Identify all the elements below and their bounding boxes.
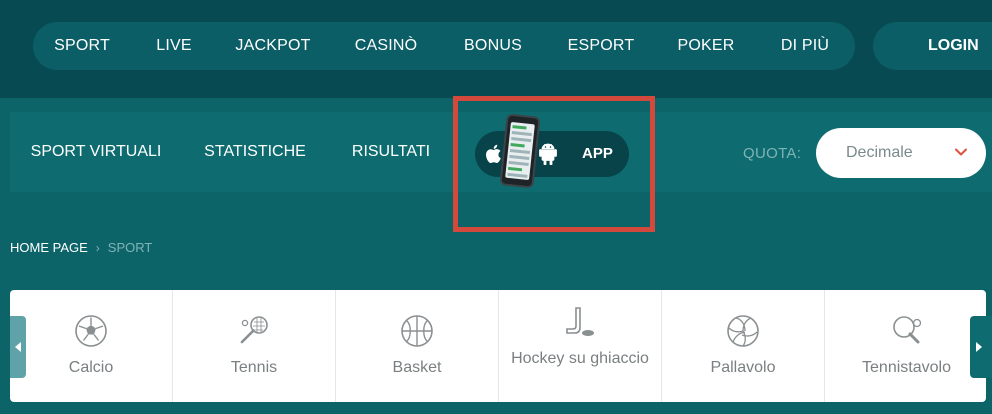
odds-format-select[interactable]: Decimale [816,128,986,178]
sport-item-calcio[interactable]: Calcio [10,290,173,402]
sub-item-statistics[interactable]: STATISTICHE [204,112,306,192]
nav-item-more[interactable]: DI PIÙ [781,22,829,70]
main-nav: SPORT LIVE JACKPOT CASINÒ BONUS ESPORT P… [33,22,855,70]
nav-item-casino[interactable]: CASINÒ [355,22,418,70]
breadcrumb-home[interactable]: HOME PAGE [10,240,88,255]
app-download-button[interactable]: APP [475,131,629,177]
sport-label: Pallavolo [710,359,776,376]
sport-label: Calcio [68,359,114,376]
sport-item-tennistavolo[interactable]: Tennistavolo [825,290,988,402]
nav-item-sport[interactable]: SPORT [54,22,110,70]
carousel-prev-button[interactable] [10,316,26,378]
carousel-next-button[interactable] [970,316,992,378]
app-label: APP [582,145,613,162]
chevron-right-icon [976,342,982,352]
sport-item-hockey[interactable]: Hockey su ghiaccio [499,290,662,402]
sub-item-results[interactable]: RISULTATI [352,112,430,192]
login-button[interactable]: LOGIN [873,22,992,70]
android-icon [539,143,557,165]
ping-pong-icon [892,316,921,344]
sports-carousel: Calcio Tennis Basket Hockey su ghiaccio … [10,290,986,402]
volleyball-icon [727,315,759,347]
nav-item-esport[interactable]: ESPORT [568,22,635,70]
sport-item-basket[interactable]: Basket [336,290,499,402]
breadcrumb: HOME PAGE › SPORT [10,240,152,255]
tennis-racket-icon [240,316,268,344]
sport-label: Tennistavolo [862,359,951,376]
sport-item-tennis[interactable]: Tennis [173,290,336,402]
basketball-icon [401,315,433,347]
sport-item-pallavolo[interactable]: Pallavolo [662,290,825,402]
sport-label: Basket [392,359,442,376]
chevron-left-icon [15,342,21,352]
breadcrumb-current: SPORT [107,240,153,255]
hockey-stick-icon [566,307,594,336]
sub-item-virtual-sports[interactable]: SPORT VIRTUALI [31,112,162,192]
nav-item-poker[interactable]: POKER [677,22,734,70]
breadcrumb-separator: › [95,240,100,255]
chevron-down-icon [955,148,967,156]
nav-item-jackpot[interactable]: JACKPOT [235,22,310,70]
nav-item-live[interactable]: LIVE [156,22,192,70]
nav-item-bonus[interactable]: BONUS [464,22,522,70]
sport-label: Tennis [230,359,278,376]
odds-format-value: Decimale [846,144,913,161]
quota-label: QUOTA: [743,145,802,162]
sport-label: Hockey su ghiaccio [511,350,649,367]
soccer-ball-icon [75,315,107,347]
